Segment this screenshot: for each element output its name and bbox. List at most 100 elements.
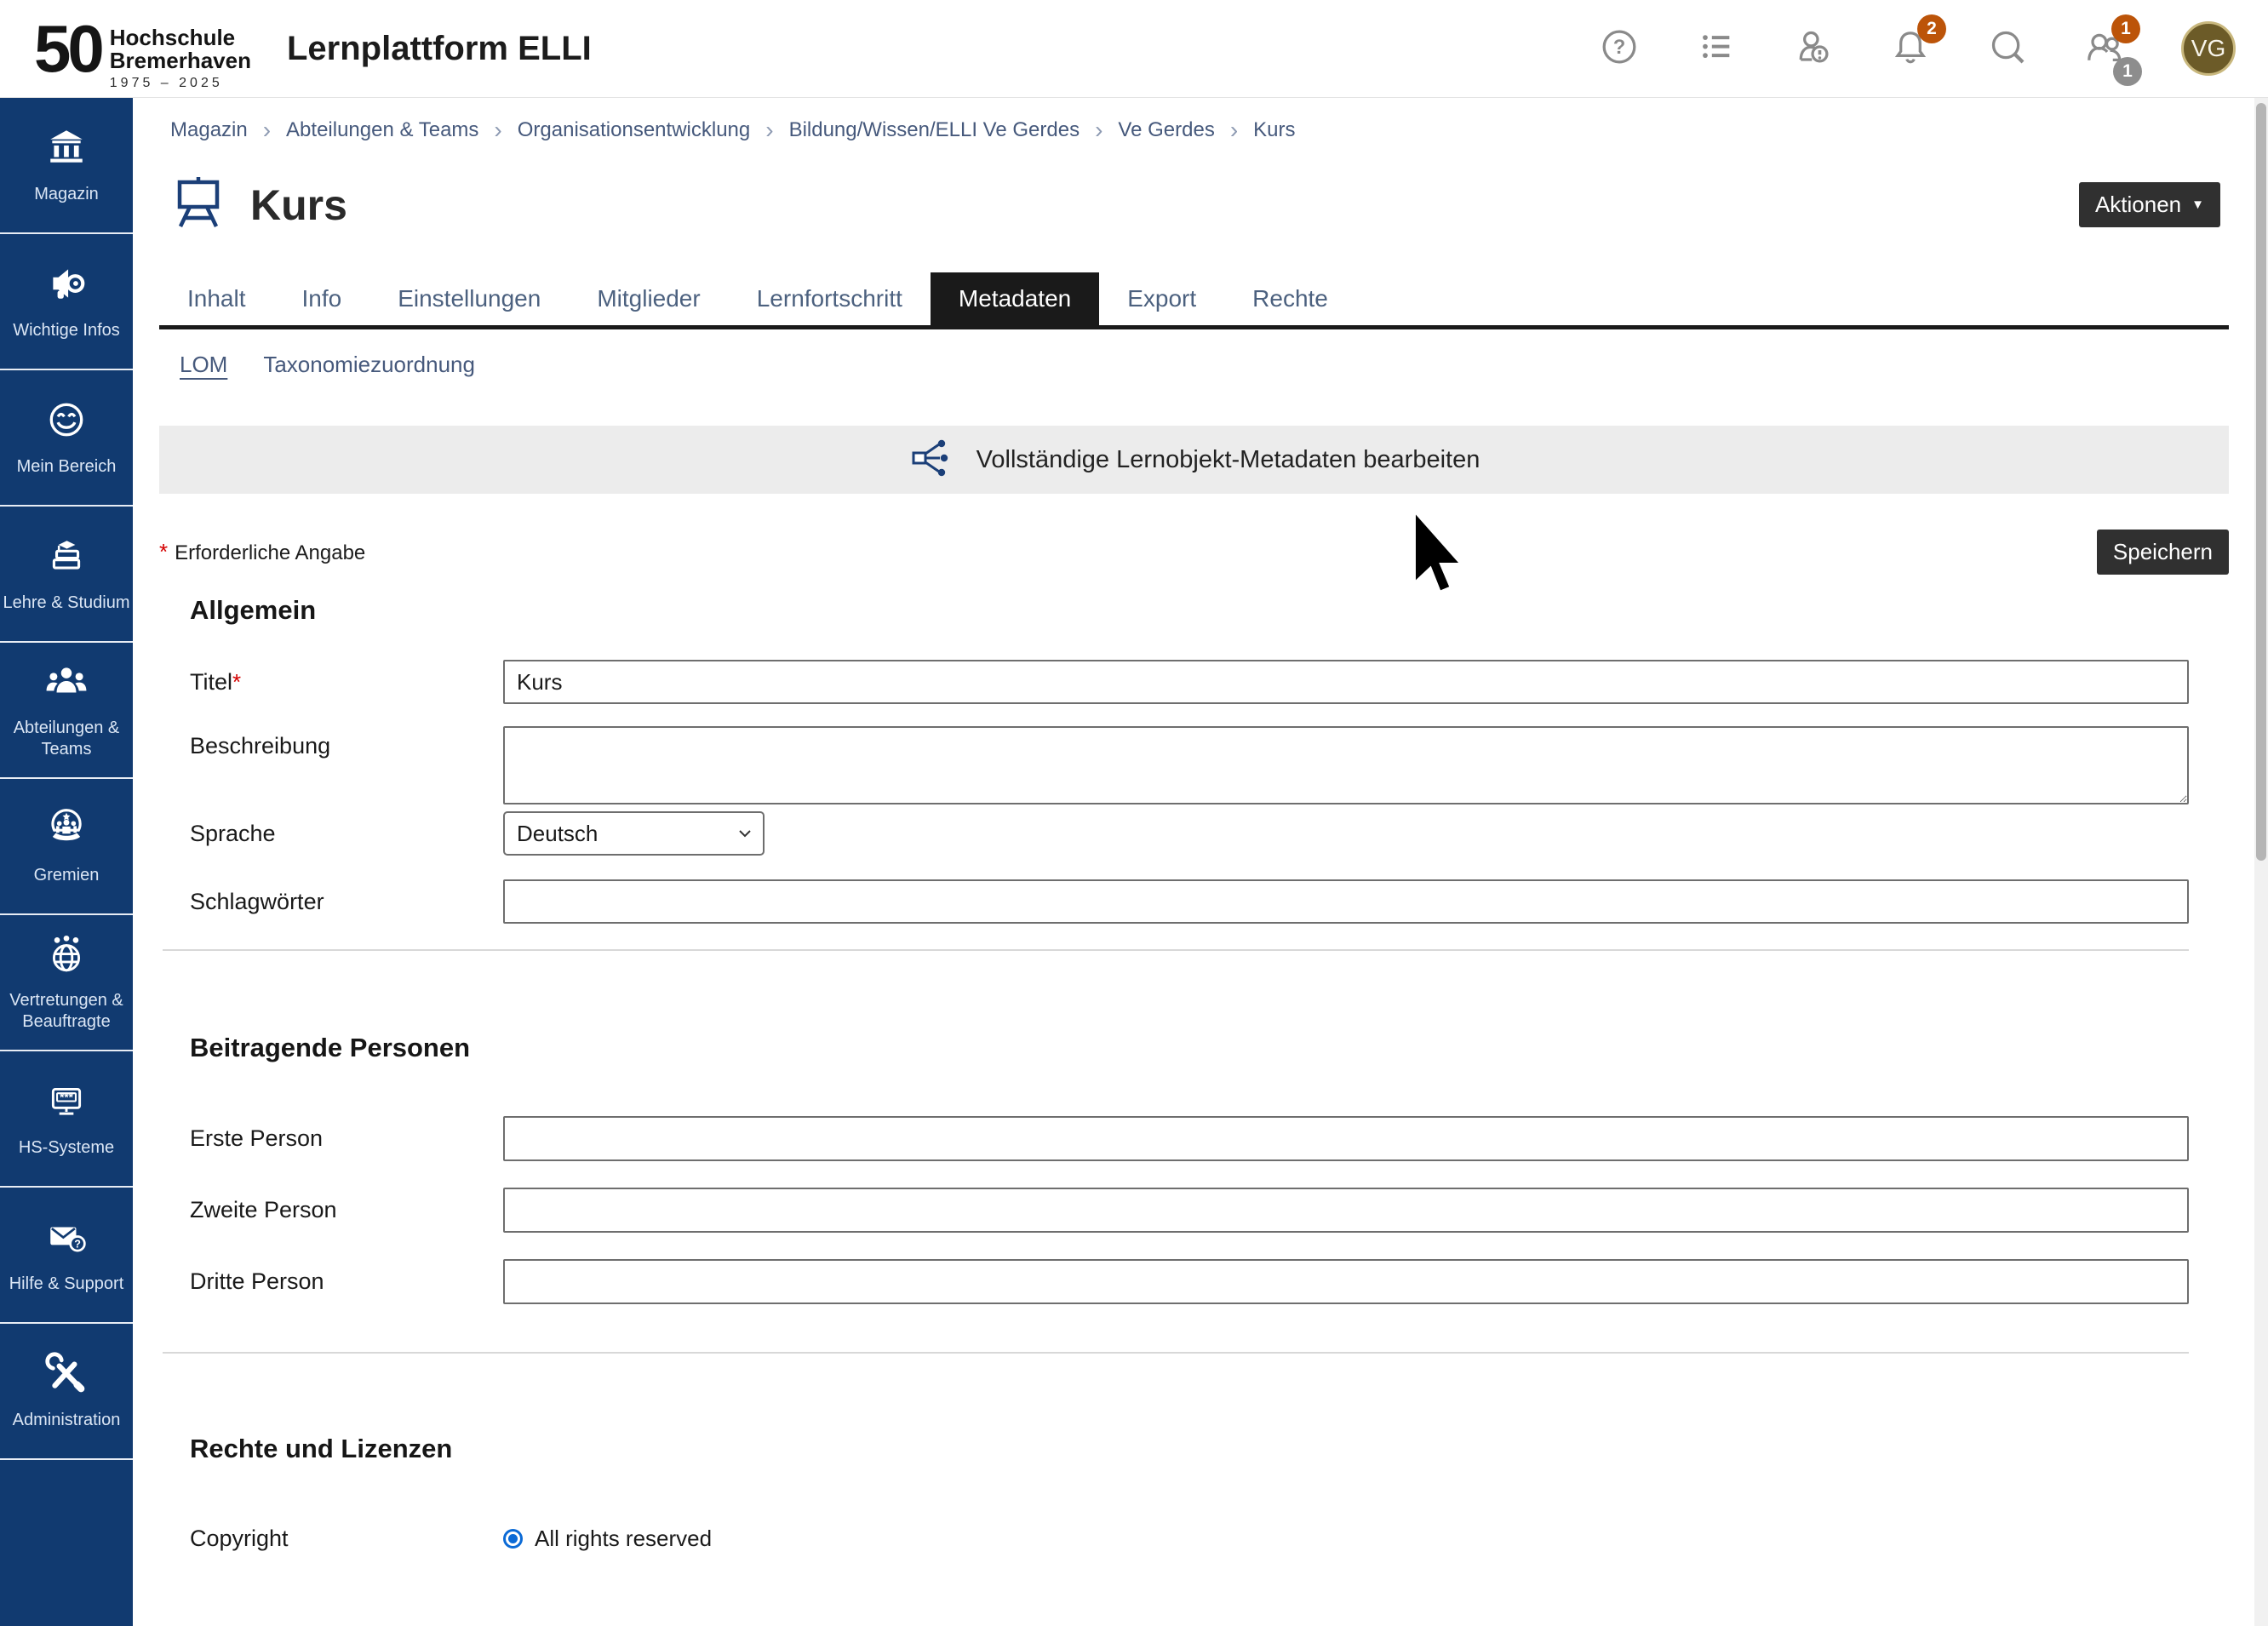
sprache-label: Sprache (159, 821, 503, 847)
edit-full-metadata-banner[interactable]: Vollständige Lernobjekt-Metadaten bearbe… (159, 426, 2229, 494)
contacts-badge-total: 1 (2113, 57, 2142, 86)
sidebar-item-wichtige-infos[interactable]: Wichtige Infos (0, 234, 133, 370)
help-icon: ? (1600, 27, 1639, 71)
sidebar-item-hilfe-support[interactable]: ? Hilfe & Support (0, 1188, 133, 1324)
top-header: 50 Hochschule Bremerhaven 1975 – 2025 Le… (0, 0, 2268, 98)
sidebar-item-label: Abteilungen & Teams (0, 718, 133, 760)
notifications-button[interactable]: 2 (1890, 28, 1931, 69)
banner-label: Vollständige Lernobjekt-Metadaten bearbe… (976, 446, 1480, 474)
required-asterisk: * (159, 539, 168, 564)
course-icon (174, 176, 223, 233)
sidebar-item-label: Vertretungen & Beauftragte (0, 990, 133, 1033)
scrollbar-thumb[interactable] (2256, 103, 2266, 861)
sidebar-item-vertretungen-beauftragte[interactable]: Vertretungen & Beauftragte (0, 915, 133, 1051)
tab-export[interactable]: Export (1099, 272, 1224, 325)
tools-icon (45, 1352, 88, 1399)
titel-label: Titel* (159, 669, 503, 696)
tab-mitglieder[interactable]: Mitglieder (569, 272, 728, 325)
beschreibung-label: Beschreibung (159, 726, 503, 759)
app-title: Lernplattform ELLI (287, 30, 592, 68)
vertical-scrollbar[interactable] (2254, 98, 2268, 1626)
hochschule-bremerhaven-logo[interactable]: 50 Hochschule Bremerhaven 1975 – 2025 (34, 11, 251, 91)
section-heading-beitragende-personen: Beitragende Personen (190, 1033, 2189, 1063)
actions-button[interactable]: Aktionen ▼ (2079, 182, 2220, 227)
sidebar-item-abteilungen-teams[interactable]: Abteilungen & Teams (0, 643, 133, 779)
metadata-form: Allgemein Titel* Beschreibung Sprache De… (159, 595, 2189, 1552)
dritte-person-label: Dritte Person (159, 1268, 503, 1295)
search-icon (1988, 27, 2027, 71)
copyright-label: Copyright (159, 1526, 503, 1552)
notifications-badge: 2 (1917, 14, 1946, 43)
sidebar-item-label: HS-Systeme (16, 1137, 117, 1159)
monitor-password-icon: *** (45, 1079, 88, 1126)
schlagwoerter-input[interactable] (503, 879, 2189, 924)
contacts-badge-new: 1 (2111, 14, 2140, 43)
globe-people-icon (45, 932, 88, 979)
tab-inhalt[interactable]: Inhalt (159, 272, 274, 325)
required-hint: *Erforderliche Angabe (159, 539, 365, 565)
sidebar-item-lehre-studium[interactable]: Lehre & Studium (0, 507, 133, 643)
person-alert-icon (1794, 27, 1833, 71)
tab-metadaten[interactable]: Metadaten (931, 272, 1099, 325)
books-gradcap-icon (45, 535, 88, 581)
erste-person-input[interactable] (503, 1116, 2189, 1161)
megaphone-icon (45, 262, 88, 309)
list-icon (1697, 27, 1736, 71)
sidebar-item-administration[interactable]: Administration (0, 1324, 133, 1460)
sidebar-item-label: Magazin (32, 184, 101, 205)
sprache-select-wrap: Deutsch (503, 811, 765, 856)
tab-info[interactable]: Info (274, 272, 370, 325)
avatar[interactable]: VG (2181, 21, 2236, 76)
todo-list-button[interactable] (1696, 28, 1737, 69)
people-group-icon (45, 660, 88, 707)
bank-icon (45, 126, 88, 173)
chevron-right-icon: › (765, 117, 773, 144)
sidebar-item-hs-systeme[interactable]: *** HS-Systeme (0, 1051, 133, 1188)
help-button[interactable]: ? (1599, 28, 1640, 69)
chevron-right-icon: › (263, 117, 271, 144)
screen: 50 Hochschule Bremerhaven 1975 – 2025 Le… (0, 0, 2268, 1626)
tab-lernfortschritt[interactable]: Lernfortschritt (729, 272, 931, 325)
breadcrumb-item[interactable]: Bildung/Wissen/ELLI Ve Gerdes (789, 118, 1080, 142)
chevron-right-icon: › (1230, 117, 1238, 144)
contacts-button[interactable]: 1 1 (2084, 28, 2125, 69)
schlagwoerter-label: Schlagwörter (159, 889, 503, 915)
zweite-person-label: Zweite Person (159, 1197, 503, 1223)
sidebar-item-mein-bereich[interactable]: Mein Bereich (0, 370, 133, 507)
dritte-person-input[interactable] (503, 1259, 2189, 1304)
sidebar-item-label: Administration (10, 1410, 123, 1431)
breadcrumb-item[interactable]: Ve Gerdes (1118, 118, 1214, 142)
breadcrumb-item[interactable]: Organisationsentwicklung (518, 118, 750, 142)
zweite-person-input[interactable] (503, 1188, 2189, 1233)
sidebar-item-label: Gremien (32, 865, 102, 886)
caret-down-icon: ▼ (2191, 201, 2204, 209)
save-button[interactable]: Speichern (2097, 530, 2229, 575)
subtab-taxonomiezuordnung[interactable]: Taxonomiezuordnung (263, 352, 475, 378)
sidebar-item-label: Mein Bereich (14, 456, 119, 478)
search-button[interactable] (1987, 28, 2028, 69)
section-heading-allgemein: Allgemein (190, 595, 2189, 626)
sidebar-item-magazin[interactable]: Magazin (0, 98, 133, 234)
subtab-lom[interactable]: LOM (180, 352, 227, 378)
sidebar-item-gremien[interactable]: Gremien (0, 779, 133, 915)
page-title: Kurs (250, 180, 347, 230)
sprache-select[interactable]: Deutsch (503, 811, 765, 856)
beschreibung-textarea[interactable] (503, 726, 2189, 804)
sidebar-item-label: Hilfe & Support (7, 1274, 127, 1295)
tab-rechte[interactable]: Rechte (1224, 272, 1356, 325)
titel-input[interactable] (503, 660, 2189, 704)
chevron-right-icon: › (494, 117, 501, 144)
copyright-radio[interactable] (503, 1529, 523, 1549)
section-divider (163, 1352, 2189, 1354)
section-heading-rechte-lizenzen: Rechte und Lizenzen (190, 1434, 2189, 1464)
svg-text:?: ? (1613, 36, 1626, 59)
breadcrumb-item[interactable]: Abteilungen & Teams (286, 118, 478, 142)
main-content: Magazin › Abteilungen & Teams › Organisati… (133, 98, 2268, 1626)
tab-einstellungen[interactable]: Einstellungen (369, 272, 569, 325)
copyright-option-label: All rights reserved (535, 1526, 712, 1552)
online-users-button[interactable] (1793, 28, 1834, 69)
main-sidebar: Magazin Wichtige Infos Mein Bereich Lehr… (0, 98, 133, 1626)
breadcrumb-item[interactable]: Kurs (1253, 118, 1295, 142)
chevron-right-icon: › (1095, 117, 1102, 144)
breadcrumb-item[interactable]: Magazin (170, 118, 248, 142)
